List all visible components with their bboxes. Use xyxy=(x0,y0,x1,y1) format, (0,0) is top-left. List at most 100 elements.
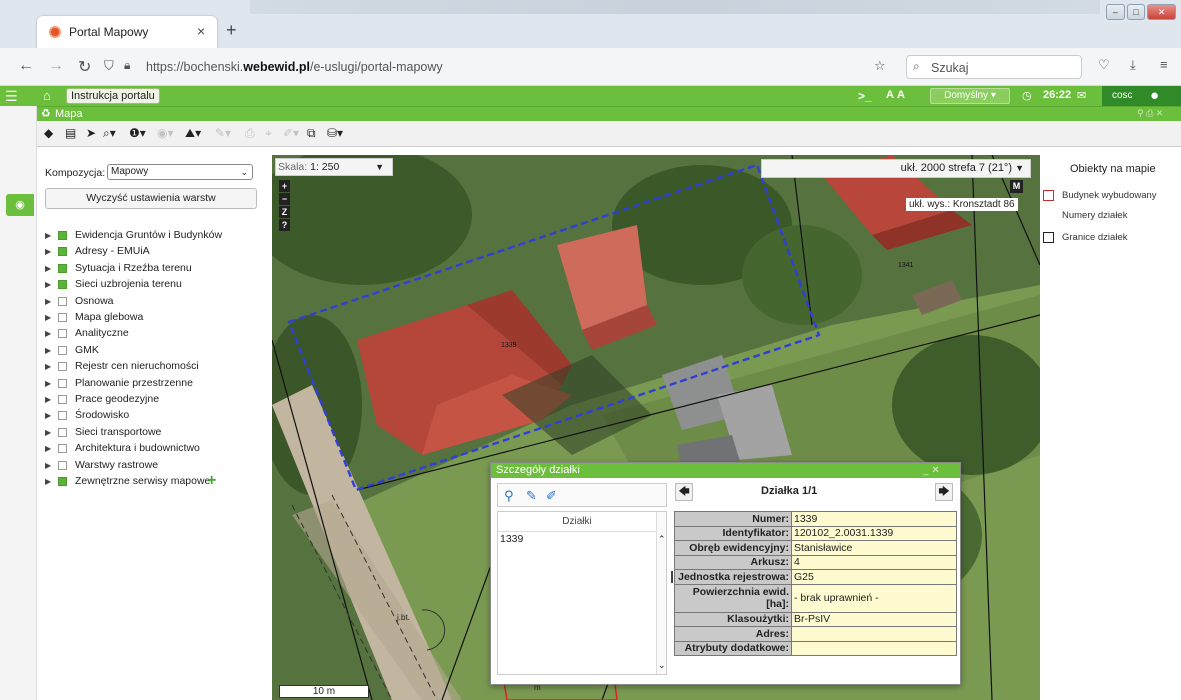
layer-checkbox[interactable] xyxy=(58,329,67,338)
edit-tool-icon[interactable]: ✎▾ xyxy=(215,126,231,140)
layer-checkbox[interactable] xyxy=(58,444,67,453)
mail-icon[interactable]: ✉ xyxy=(1077,89,1086,102)
pointer-icon[interactable]: ➤ xyxy=(86,126,96,140)
expand-icon[interactable]: ▶ xyxy=(45,391,51,408)
dialog-window-controls[interactable]: _ ✕ xyxy=(923,463,940,478)
parcel-list-item[interactable]: 1339 xyxy=(500,533,523,545)
expand-icon[interactable]: ▶ xyxy=(45,293,51,310)
layer-label: Ewidencja Gruntów i Budynków xyxy=(75,229,223,241)
layer-checkbox[interactable] xyxy=(58,264,67,273)
pencil-icon[interactable]: ✐ xyxy=(546,488,557,504)
layer-checkbox[interactable] xyxy=(58,280,67,289)
expand-icon[interactable]: ▶ xyxy=(45,358,51,375)
menu-icon[interactable]: ≡ xyxy=(1160,57,1168,72)
panel-window-controls[interactable]: ⚲ ⎙ ✕ xyxy=(1137,108,1163,119)
layer-checkbox[interactable] xyxy=(58,461,67,470)
forward-icon[interactable]: → xyxy=(48,57,64,75)
layer-checkbox[interactable] xyxy=(58,231,67,240)
draw-tool-icon[interactable]: ✐▾ xyxy=(283,126,299,140)
next-parcel-button[interactable]: 🡆︎ xyxy=(935,483,953,501)
expand-icon[interactable]: ▶ xyxy=(45,276,51,293)
add-service-icon[interactable]: + xyxy=(207,472,216,489)
session-timer: 26:22 xyxy=(1043,89,1072,101)
select-tool-icon[interactable]: ◉▾ xyxy=(157,126,174,140)
expand-icon[interactable]: ▶ xyxy=(45,440,51,457)
zoom-out-button[interactable]: − xyxy=(279,193,290,205)
layer-checkbox[interactable] xyxy=(58,411,67,420)
layer-checkbox[interactable] xyxy=(58,247,67,256)
pocket-icon[interactable]: ♡ xyxy=(1098,57,1110,73)
layer-checkbox[interactable] xyxy=(58,379,67,388)
instruction-button[interactable]: Instrukcja portalu xyxy=(66,88,160,104)
layer-checkbox[interactable] xyxy=(58,313,67,322)
new-tab-icon[interactable]: + xyxy=(226,20,237,41)
previous-parcel-button[interactable]: 🡄︎ xyxy=(675,483,693,501)
maximize-icon[interactable]: □ xyxy=(1126,4,1146,20)
layer-checkbox[interactable] xyxy=(58,477,67,486)
expand-icon[interactable]: ▶ xyxy=(45,260,51,277)
attr-value xyxy=(791,640,957,656)
measure-tool-icon[interactable]: ⛰▾ xyxy=(185,126,201,141)
expand-icon[interactable]: ▶ xyxy=(45,473,51,490)
edit-form-icon[interactable]: ✎ xyxy=(526,488,537,504)
expand-icon[interactable]: ▶ xyxy=(45,424,51,441)
scroll-up-icon[interactable]: ⌃ xyxy=(658,534,666,545)
profile-dropdown[interactable]: Domyślny ▾ xyxy=(930,88,1010,104)
locate-user-icon[interactable]: ⚲ xyxy=(504,488,514,504)
bookmark-star-icon[interactable]: ☆ xyxy=(874,58,886,74)
expand-icon[interactable]: ▶ xyxy=(45,342,51,359)
home-icon[interactable]: ⌂ xyxy=(43,88,51,103)
info-tool-icon[interactable]: ❶▾ xyxy=(129,126,146,140)
dialog-title[interactable]: Szczegóły działki xyxy=(491,463,960,478)
m-button[interactable]: M xyxy=(1010,180,1023,193)
layer-checkbox[interactable] xyxy=(58,346,67,355)
parcel-list-scrollbar[interactable]: ⌃ ⌄ xyxy=(656,512,666,674)
zoom-box-button[interactable]: Z xyxy=(279,206,290,218)
download-icon[interactable]: ⤓ xyxy=(1130,57,1136,73)
gps-tool-icon[interactable]: ⌖ xyxy=(265,126,272,141)
attr-key: Obręb ewidencyjny: xyxy=(674,540,792,556)
layer-checkbox[interactable] xyxy=(58,428,67,437)
scale-select[interactable]: Skala: 1: 250 ▼ xyxy=(275,158,393,176)
copy-tool-icon[interactable]: ⧉ xyxy=(307,126,316,141)
browser-tab[interactable]: Portal Mapowy × xyxy=(37,16,217,48)
tab-close-icon[interactable]: × xyxy=(197,23,205,39)
list-icon[interactable]: ▤ xyxy=(65,126,76,140)
address-bar[interactable]: ⛉ 🔒︎ https://bochenski.webewid.pl/e-uslu… xyxy=(100,55,890,79)
user-button[interactable]: cosc ● xyxy=(1102,86,1181,106)
crs-select[interactable]: ukł. 2000 strefa 7 (21°) ▼ xyxy=(761,159,1031,178)
expand-icon[interactable]: ▶ xyxy=(45,325,51,342)
layers-icon[interactable]: ◆ xyxy=(44,126,53,140)
dialog-toolbar: ⚲ ✎ ✐ xyxy=(497,483,667,507)
chevron-down-icon: ▼ xyxy=(375,162,384,172)
zoom-tool-icon[interactable]: ⌕▾ xyxy=(103,126,116,141)
hamburger-icon[interactable]: ☰ xyxy=(5,88,18,105)
minimize-icon[interactable]: – xyxy=(1106,4,1125,20)
zoom-in-button[interactable]: + xyxy=(279,180,290,192)
composition-select[interactable]: Mapowy ⌄ xyxy=(107,164,253,180)
print-tool-icon[interactable]: ⎙ xyxy=(245,126,255,141)
close-window-icon[interactable]: ✕ xyxy=(1147,4,1177,20)
font-size-icon[interactable]: A A xyxy=(886,89,905,101)
browser-search-input[interactable]: ⌕ Szukaj xyxy=(906,55,1082,79)
expand-icon[interactable]: ▶ xyxy=(45,457,51,474)
reload-icon[interactable]: ↻ xyxy=(78,57,91,77)
clear-layers-button[interactable]: Wyczyść ustawienia warstw xyxy=(45,188,257,209)
expand-icon[interactable]: ▶ xyxy=(45,243,51,260)
scroll-down-icon[interactable]: ⌄ xyxy=(658,660,666,671)
column-resize-handle[interactable] xyxy=(671,571,673,583)
help-button[interactable]: ? xyxy=(279,219,290,231)
expand-icon[interactable]: ▶ xyxy=(45,407,51,424)
map-layers-tab-icon[interactable]: ◉ xyxy=(6,194,34,216)
database-tool-icon[interactable]: ⛁▾ xyxy=(327,126,343,140)
expand-icon[interactable]: ▶ xyxy=(45,309,51,326)
layers-panel: Kompozycja: Mapowy ⌄ Wyczyść ustawienia … xyxy=(37,147,272,700)
layer-checkbox[interactable] xyxy=(58,395,67,404)
expand-icon[interactable]: ▶ xyxy=(45,375,51,392)
back-icon[interactable]: ← xyxy=(18,57,34,75)
layer-checkbox[interactable] xyxy=(58,297,67,306)
layer-label: Sytuacja i Rzeźba terenu xyxy=(75,262,192,274)
expand-icon[interactable]: ▶ xyxy=(45,227,51,244)
layer-checkbox[interactable] xyxy=(58,362,67,371)
console-icon[interactable]: >_ xyxy=(858,89,872,103)
